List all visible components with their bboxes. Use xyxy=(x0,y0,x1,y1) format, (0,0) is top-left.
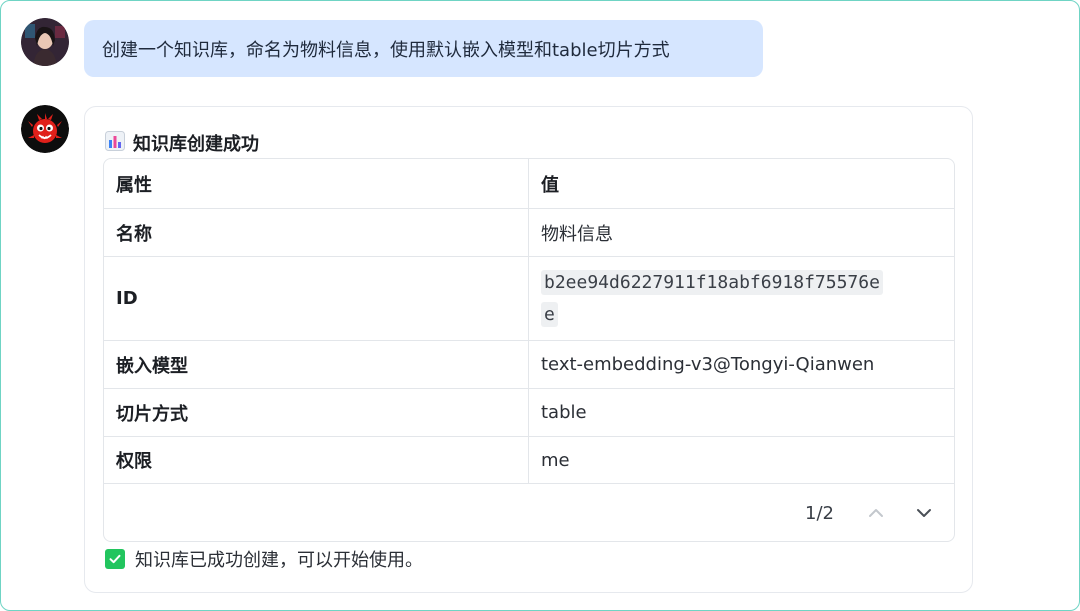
attribute-table: 属性 值 名称 物料信息 ID b2ee94d6227911f18abf6918… xyxy=(103,158,955,542)
page-indicator: 1/2 xyxy=(805,502,834,524)
bot-message-card: 知识库创建成功 属性 值 名称 物料信息 ID b2ee94d6227911f1… xyxy=(84,106,973,593)
table-header-row: 属性 值 xyxy=(104,159,954,209)
table-pager: 1/2 xyxy=(104,483,954,541)
check-box-icon xyxy=(105,549,125,569)
table-cell-value: text-embedding-v3@Tongyi-Qianwen xyxy=(541,354,875,375)
chevron-down-icon[interactable] xyxy=(912,501,936,525)
user-message-text: 创建一个知识库，命名为物料信息，使用默认嵌入模型和table切片方式 xyxy=(102,39,670,61)
success-status: 知识库已成功创建，可以开始使用。 xyxy=(105,547,423,571)
table-row: 切片方式 table xyxy=(104,389,954,437)
table-cell-key: 名称 xyxy=(104,209,529,256)
table-cell-key: ID xyxy=(104,257,529,340)
table-cell-value: b2ee94d6227911f18abf6918f75576e e xyxy=(529,257,954,340)
success-status-text: 知识库已成功创建，可以开始使用。 xyxy=(135,550,423,571)
table-row: 权限 me xyxy=(104,437,954,484)
bar-chart-icon xyxy=(105,130,125,156)
user-message-bubble: 创建一个知识库，命名为物料信息，使用默认嵌入模型和table切片方式 xyxy=(84,20,763,77)
table-header-attribute: 属性 xyxy=(104,159,529,208)
table-cell-key: 嵌入模型 xyxy=(104,341,529,388)
card-title: 知识库创建成功 xyxy=(105,130,259,156)
table-cell-key: 切片方式 xyxy=(104,389,529,436)
table-cell-value: 物料信息 xyxy=(541,223,613,245)
chevron-up-icon[interactable] xyxy=(864,501,888,525)
card-title-text: 知识库创建成功 xyxy=(133,134,259,155)
table-row: 名称 物料信息 xyxy=(104,209,954,257)
table-row: 嵌入模型 text-embedding-v3@Tongyi-Qianwen xyxy=(104,341,954,389)
table-cell-key: 权限 xyxy=(104,437,529,483)
table-header-value: 值 xyxy=(541,174,559,196)
user-avatar[interactable] xyxy=(21,18,69,66)
table-cell-value: me xyxy=(541,449,570,471)
id-code[interactable]: b2ee94d6227911f18abf6918f75576e e xyxy=(541,267,883,331)
bot-avatar[interactable] xyxy=(21,105,69,153)
table-cell-value: table xyxy=(541,402,587,423)
table-row: ID b2ee94d6227911f18abf6918f75576e e xyxy=(104,257,954,341)
